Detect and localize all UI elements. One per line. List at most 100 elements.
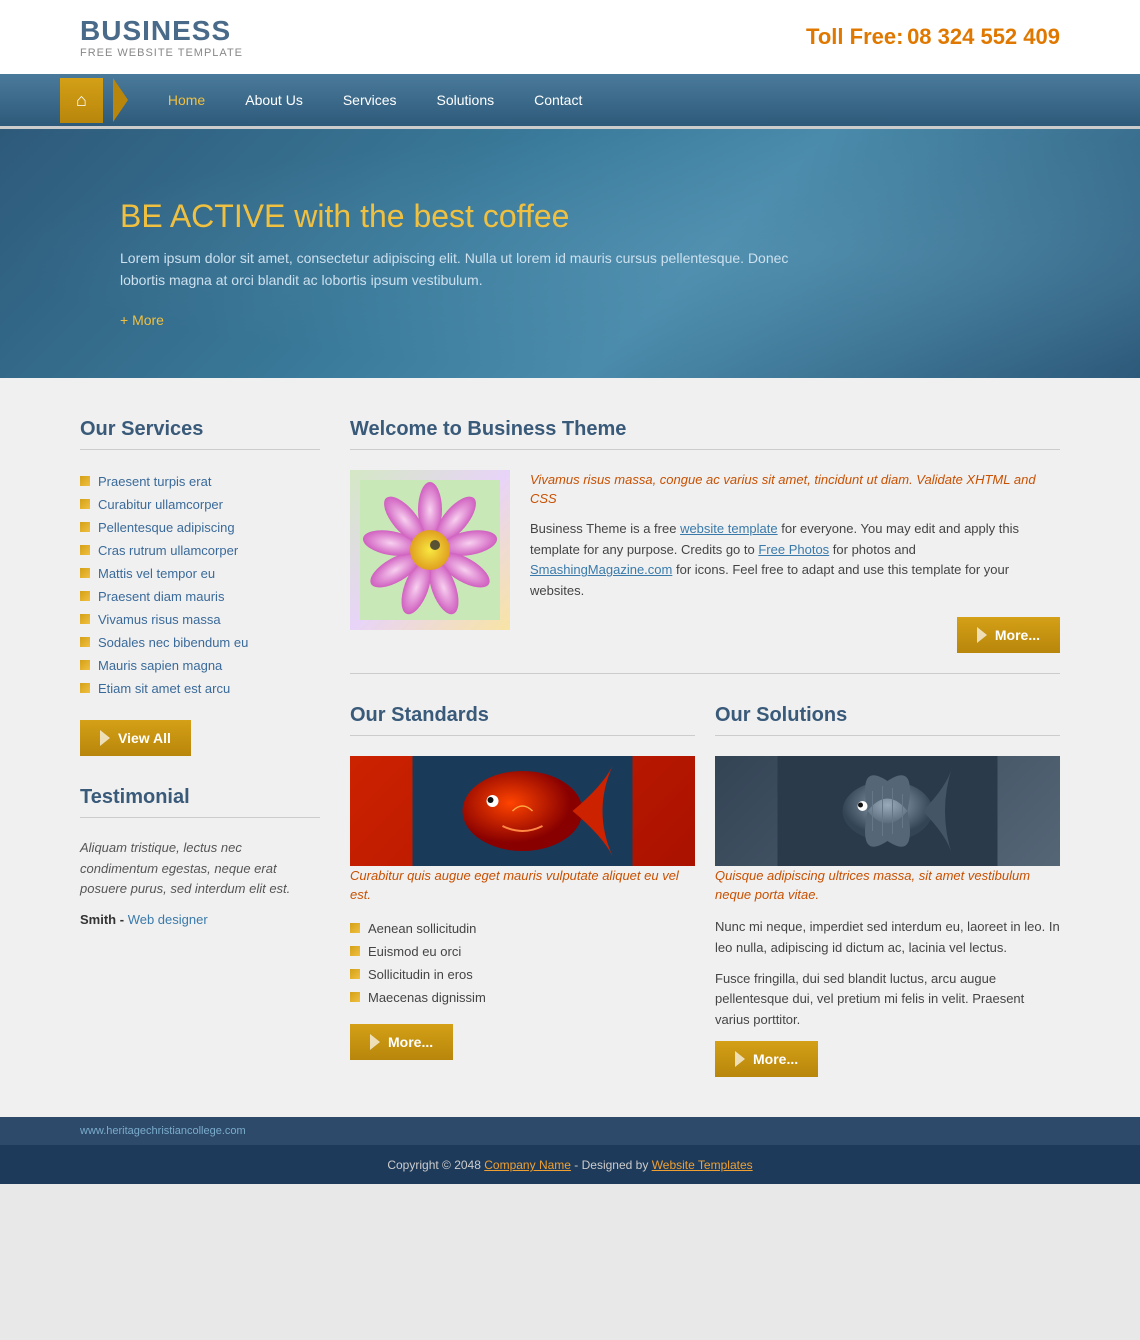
- photos-link[interactable]: Free Photos: [758, 542, 829, 557]
- bullet-icon: [80, 591, 90, 601]
- bullet-icon: [80, 614, 90, 624]
- solutions-caption: Quisque adipiscing ultrices massa, sit a…: [715, 866, 1060, 905]
- bullet-icon: [80, 660, 90, 670]
- standards-title: Our Standards: [350, 704, 695, 736]
- bullet-icon: [80, 476, 90, 486]
- company-name-link[interactable]: Company Name: [484, 1158, 571, 1172]
- list-item: Pellentesque adipiscing: [80, 516, 320, 539]
- bullet-icon: [80, 522, 90, 532]
- angel-fish-svg: [715, 756, 1060, 866]
- services-title: Our Services: [80, 418, 320, 450]
- nav-services[interactable]: Services: [323, 74, 417, 126]
- view-all-button[interactable]: View All: [80, 720, 191, 756]
- list-item: Aenean sollicitudin: [350, 917, 695, 940]
- list-item: Sodales nec bibendum eu: [80, 631, 320, 654]
- bullet-icon: [80, 499, 90, 509]
- flower-image: [350, 470, 510, 630]
- site-title: BUSINESS FREE WEBSITE TEMPLATE: [80, 15, 243, 59]
- template-link[interactable]: website template: [680, 521, 778, 536]
- footer-text: Copyright © 2048 Company Name - Designed…: [387, 1158, 752, 1172]
- nav-arrow-decoration: [113, 78, 128, 122]
- testimonial-text: Aliquam tristique, lectus nec condimentu…: [80, 838, 320, 900]
- solutions-btn-wrap: More...: [715, 1041, 1060, 1077]
- nav-solutions[interactable]: Solutions: [417, 74, 515, 126]
- testimonial-section: Testimonial Aliquam tristique, lectus ne…: [80, 786, 320, 927]
- hero-more-link[interactable]: + More: [120, 312, 1020, 328]
- list-item: Etiam sit amet est arcu: [80, 677, 320, 700]
- bullet-icon: [350, 992, 360, 1002]
- list-item: Sollicitudin in eros: [350, 963, 695, 986]
- testimonial-role-link[interactable]: Web designer: [128, 912, 208, 927]
- bullet-icon: [80, 683, 90, 693]
- nav-contact[interactable]: Contact: [514, 74, 602, 126]
- main-content: Our Services Praesent turpis erat Curabi…: [0, 378, 1140, 1117]
- main-nav: ⌂ Home About Us Services Solutions Conta…: [0, 74, 1140, 126]
- nav-about[interactable]: About Us: [225, 74, 323, 126]
- footer-bar: www.heritagechristiancollege.com: [0, 1117, 1140, 1145]
- bullet-icon: [350, 946, 360, 956]
- brand-name: BUSINESS: [80, 15, 243, 47]
- standards-more-button[interactable]: More...: [350, 1024, 453, 1060]
- solutions-section: Our Solutions: [715, 704, 1060, 1077]
- list-item: Curabitur ullamcorper: [80, 493, 320, 516]
- welcome-text: Vivamus risus massa, congue ac varius si…: [530, 470, 1060, 653]
- fish-image: [350, 756, 695, 866]
- toll-label: Toll Free:: [806, 24, 903, 49]
- sidebar: Our Services Praesent turpis erat Curabi…: [80, 418, 320, 1077]
- list-item: Praesent diam mauris: [80, 585, 320, 608]
- flower-svg: [360, 480, 500, 620]
- bullet-icon: [80, 545, 90, 555]
- solutions-body2: Fusce fringilla, dui sed blandit luctus,…: [715, 969, 1060, 1031]
- list-item: Mattis vel tempor eu: [80, 562, 320, 585]
- bullet-icon: [350, 969, 360, 979]
- welcome-italic: Vivamus risus massa, congue ac varius si…: [530, 470, 1060, 509]
- list-item: Cras rutrum ullamcorper: [80, 539, 320, 562]
- list-item: Praesent turpis erat: [80, 470, 320, 493]
- phone-display: Toll Free: 08 324 552 409: [806, 24, 1060, 50]
- smashing-link[interactable]: SmashingMagazine.com: [530, 562, 672, 577]
- hero-title-sub: with the best coffee: [285, 198, 569, 234]
- welcome-inner: Vivamus risus massa, congue ac varius si…: [350, 470, 1060, 653]
- list-item: Euismod eu orci: [350, 940, 695, 963]
- services-list: Praesent turpis erat Curabitur ullamcorp…: [80, 470, 320, 700]
- btn-arrow-icon: [370, 1034, 380, 1050]
- welcome-body: Business Theme is a free website templat…: [530, 519, 1060, 602]
- solutions-body1: Nunc mi neque, imperdiet sed interdum eu…: [715, 917, 1060, 959]
- nav-home[interactable]: Home: [148, 74, 225, 126]
- angel-fish-image: [715, 756, 1060, 866]
- list-item: Mauris sapien magna: [80, 654, 320, 677]
- standards-list: Aenean sollicitudin Euismod eu orci Soll…: [350, 917, 695, 1009]
- hero-description: Lorem ipsum dolor sit amet, consectetur …: [120, 247, 820, 292]
- website-templates-link[interactable]: Website Templates: [652, 1158, 753, 1172]
- brand-sub: FREE WEBSITE TEMPLATE: [80, 47, 243, 59]
- welcome-section: Welcome to Business Theme: [350, 418, 1060, 674]
- list-item: Maecenas dignissim: [350, 986, 695, 1009]
- list-item: Vivamus risus massa: [80, 608, 320, 631]
- hero-title-main: BE ACTIVE: [120, 198, 285, 234]
- welcome-more-button[interactable]: More...: [957, 617, 1060, 653]
- site-header: BUSINESS FREE WEBSITE TEMPLATE Toll Free…: [0, 0, 1140, 74]
- btn-arrow-icon: [735, 1051, 745, 1067]
- fish-svg: [350, 756, 695, 866]
- solutions-title: Our Solutions: [715, 704, 1060, 736]
- lower-content: Our Standards: [350, 704, 1060, 1077]
- solutions-more-button[interactable]: More...: [715, 1041, 818, 1077]
- hero-title: BE ACTIVE with the best coffee: [120, 189, 1020, 237]
- testimonial-title: Testimonial: [80, 786, 320, 818]
- footer: Copyright © 2048 Company Name - Designed…: [0, 1145, 1140, 1184]
- welcome-title: Welcome to Business Theme: [350, 418, 1060, 450]
- standards-section: Our Standards: [350, 704, 695, 1077]
- bullet-icon: [80, 568, 90, 578]
- btn-arrow-icon: [977, 627, 987, 643]
- btn-arrow-icon: [100, 730, 110, 746]
- footer-url: www.heritagechristiancollege.com: [80, 1125, 246, 1137]
- content-area: Welcome to Business Theme: [350, 418, 1060, 1077]
- standards-caption: Curabitur quis augue eget mauris vulputa…: [350, 866, 695, 905]
- phone-number: 08 324 552 409: [907, 24, 1060, 49]
- hero-section: BE ACTIVE with the best coffee Lorem ips…: [0, 129, 1140, 378]
- home-icon: ⌂: [76, 90, 87, 111]
- testimonial-author: Smith - Web designer: [80, 912, 320, 927]
- home-icon-button[interactable]: ⌂: [60, 78, 103, 123]
- bullet-icon: [350, 923, 360, 933]
- standards-btn-wrap: More...: [350, 1024, 695, 1060]
